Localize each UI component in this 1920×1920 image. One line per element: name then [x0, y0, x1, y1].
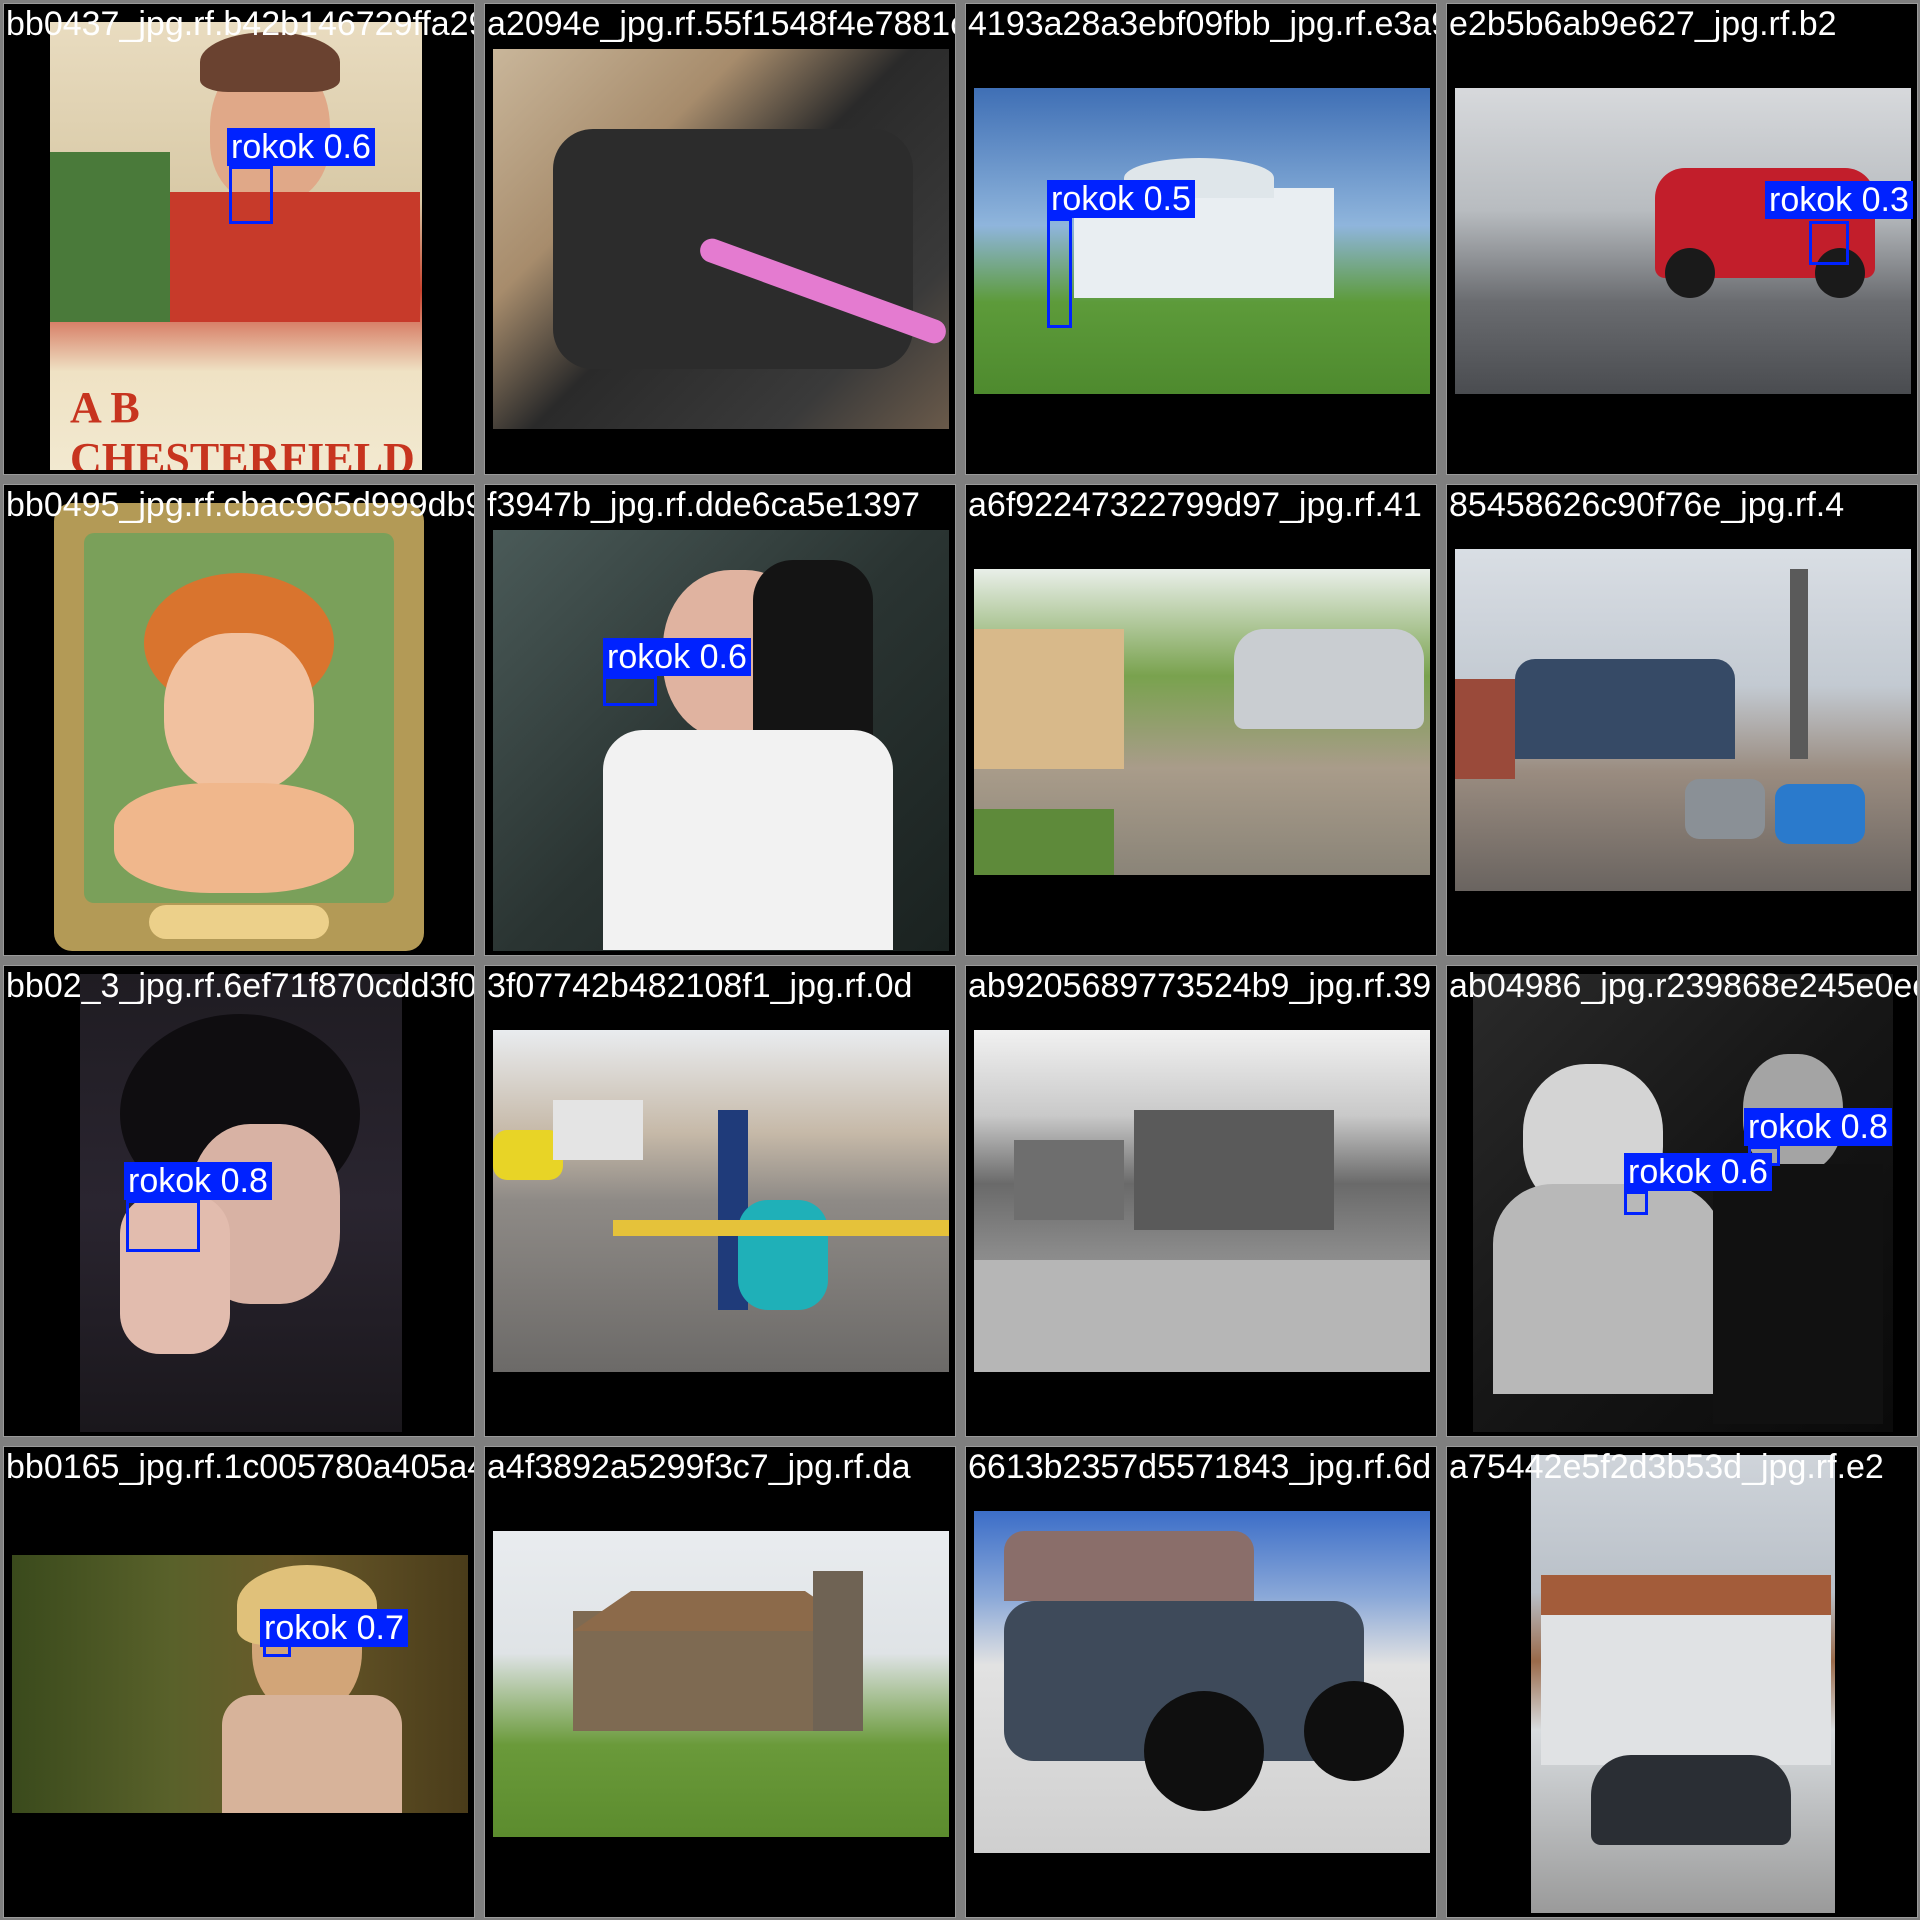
photo-figure — [1144, 1691, 1264, 1811]
photo-figure — [1234, 629, 1424, 729]
detection-label: rokok 0.6 — [603, 638, 751, 676]
image-tile[interactable]: bb0495_jpg.rf.cbac965d999db9947bfp9bfdde… — [3, 484, 475, 956]
photo-figure — [603, 730, 893, 950]
image-filename: a2094e_jpg.rf.55f1548f4e7881c53 — [487, 5, 956, 43]
photo-figure — [114, 783, 354, 893]
image-filename: a6f92247322799d97_jpg.rf.41 — [968, 486, 1422, 524]
photo-figure: A B CHESTERFIELD — [70, 383, 415, 470]
detection-box — [126, 1200, 200, 1252]
detection-box — [603, 676, 657, 706]
detection-label: rokok 0.8 — [124, 1162, 272, 1200]
image-filename: ab9205689773524b9_jpg.rf.39 — [968, 967, 1432, 1005]
image-tile[interactable]: bb02_3_jpg.rf.6ef71f870cdd3f07742b482108… — [3, 965, 475, 1437]
photo-figure — [1591, 1755, 1791, 1845]
image-filename: bb0437_jpg.rf.b42b146729ffa29974eb55f154… — [6, 5, 474, 43]
detection-box — [1809, 221, 1849, 265]
image-tile[interactable]: A B CHESTERFIELD bb0437_jpg.rf.b42b14672… — [3, 3, 475, 475]
tile-photo — [974, 1030, 1430, 1372]
tile-photo — [493, 49, 949, 429]
detection-label: rokok 0.3 — [1765, 181, 1913, 219]
detection-grid: A B CHESTERFIELD bb0437_jpg.rf.b42b14672… — [0, 0, 1920, 1920]
tile-photo — [493, 1531, 949, 1837]
detection-label: rokok 0.7 — [260, 1609, 408, 1647]
photo-figure — [1134, 1110, 1334, 1230]
image-filename: a4f3892a5299f3c7_jpg.rf.da — [487, 1448, 911, 1486]
image-filename: 4193a28a3ebf09fbb_jpg.rf.e3a984e2b5b6ab9… — [968, 5, 1436, 43]
image-filename: 85458626c90f76e_jpg.rf.4 — [1449, 486, 1845, 524]
image-tile[interactable]: a4f3892a5299f3c7_jpg.rf.da — [484, 1446, 956, 1918]
tile-photo — [493, 1030, 949, 1372]
image-tile[interactable]: a2094e_jpg.rf.55f1548f4e7881c53 — [484, 3, 956, 475]
image-tile[interactable]: 85458626c90f76e_jpg.rf.4 — [1446, 484, 1918, 956]
photo-figure — [1455, 679, 1515, 779]
image-tile[interactable]: e2b5b6ab9e627_jpg.rf.b2 rokok 0.3 — [1446, 3, 1918, 475]
tile-photo — [493, 530, 949, 951]
tile-photo — [1473, 974, 1893, 1432]
photo-figure — [974, 629, 1124, 769]
detection-label: rokok 0.6 — [227, 128, 375, 166]
photo-figure — [1541, 1605, 1831, 1765]
photo-figure — [149, 905, 329, 939]
tile-photo — [974, 569, 1430, 875]
image-filename: e2b5b6ab9e627_jpg.rf.b2 — [1449, 5, 1837, 43]
photo-figure — [50, 152, 170, 322]
photo-figure — [1515, 659, 1735, 759]
image-tile[interactable]: f3947b_jpg.rf.dde6ca5e1397 rokok 0.6 — [484, 484, 956, 956]
tile-photo — [1531, 1455, 1835, 1913]
image-tile[interactable]: a75442e5f2d3b53d_jpg.rf.e2 — [1446, 1446, 1918, 1918]
image-filename: a75442e5f2d3b53d_jpg.rf.e2 — [1449, 1448, 1884, 1486]
photo-figure — [160, 192, 420, 322]
photo-figure — [738, 1200, 828, 1310]
photo-figure — [1004, 1531, 1254, 1601]
image-tile[interactable]: 3f07742b482108f1_jpg.rf.0d — [484, 965, 956, 1437]
detection-label: rokok 0.5 — [1047, 180, 1195, 218]
tile-photo — [974, 1511, 1430, 1853]
image-tile[interactable]: ab9205689773524b9_jpg.rf.39 — [965, 965, 1437, 1437]
image-tile[interactable]: bb0165_jpg.rf.1c005780a405a4f3892a5299f3… — [3, 1446, 475, 1918]
detection-label: rokok 0.8 — [1744, 1108, 1892, 1146]
image-filename: f3947b_jpg.rf.dde6ca5e1397 — [487, 486, 920, 524]
photo-figure — [222, 1695, 402, 1813]
photo-figure — [1685, 779, 1765, 839]
tile-photo — [12, 1555, 468, 1813]
photo-figure — [1014, 1140, 1124, 1220]
detection-box — [229, 166, 273, 224]
tile-photo — [1455, 549, 1911, 891]
photo-figure — [974, 809, 1114, 875]
tile-photo — [974, 88, 1430, 394]
photo-figure — [553, 1100, 643, 1160]
image-filename: 3f07742b482108f1_jpg.rf.0d — [487, 967, 913, 1005]
image-tile[interactable]: 6613b2357d5571843_jpg.rf.6d — [965, 1446, 1437, 1918]
photo-figure — [1665, 248, 1715, 298]
tile-photo: A B CHESTERFIELD — [50, 22, 422, 470]
photo-figure — [164, 633, 314, 793]
photo-figure — [613, 1220, 949, 1236]
detection-label: rokok 0.6 — [1624, 1153, 1772, 1191]
tile-photo — [54, 503, 424, 951]
image-filename: bb0495_jpg.rf.cbac965d999db9947bfp9bfdde… — [6, 486, 474, 524]
detection-box — [1624, 1191, 1648, 1215]
image-filename: bb0165_jpg.rf.1c005780a405a4f3892a5299f3… — [6, 1448, 474, 1486]
photo-figure — [974, 1260, 1430, 1372]
image-tile[interactable]: ab04986_jpg.r239868e245e0eee rokok 0.8 r… — [1446, 965, 1918, 1437]
photo-figure — [1713, 1164, 1883, 1424]
photo-figure — [1790, 569, 1808, 759]
photo-figure — [813, 1571, 863, 1731]
image-filename: ab04986_jpg.r239868e245e0eee — [1449, 967, 1918, 1005]
photo-figure — [1304, 1681, 1404, 1781]
image-tile[interactable]: 4193a28a3ebf09fbb_jpg.rf.e3a984e2b5b6ab9… — [965, 3, 1437, 475]
photo-figure — [1541, 1575, 1831, 1615]
photo-figure — [1493, 1184, 1723, 1394]
image-filename: 6613b2357d5571843_jpg.rf.6d — [968, 1448, 1432, 1486]
image-tile[interactable]: a6f92247322799d97_jpg.rf.41 — [965, 484, 1437, 956]
photo-figure — [1775, 784, 1865, 844]
detection-box — [1047, 218, 1072, 328]
image-filename: bb02_3_jpg.rf.6ef71f870cdd3f07742b482108… — [6, 967, 475, 1005]
